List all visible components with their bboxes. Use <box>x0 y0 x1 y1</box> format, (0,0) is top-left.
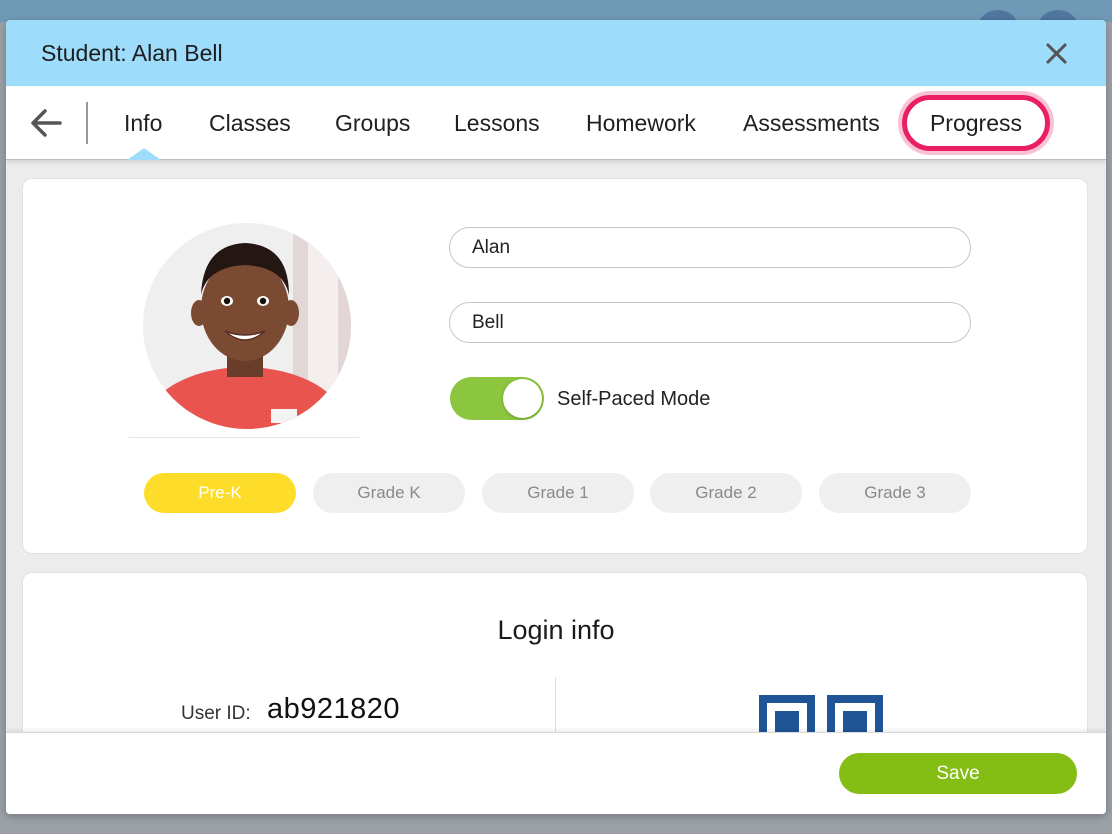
tab-lessons[interactable]: Lessons <box>454 110 540 137</box>
tab-info[interactable]: Info <box>124 110 162 137</box>
app-header-backdrop <box>0 0 1112 54</box>
modal-header: Student: Alan Bell <box>6 20 1106 86</box>
modal-footer: Save <box>6 732 1106 814</box>
avatar-underline <box>129 437 359 438</box>
tab-divider <box>86 102 88 144</box>
grade-option-grade-1[interactable]: Grade 1 <box>482 473 634 513</box>
grade-option-grade-2[interactable]: Grade 2 <box>650 473 802 513</box>
tab-groups[interactable]: Groups <box>335 110 410 137</box>
tab-classes[interactable]: Classes <box>209 110 291 137</box>
modal-title: Student: Alan Bell <box>41 40 223 66</box>
tab-bar: Info Classes Groups Lessons Homework Ass… <box>6 86 1106 160</box>
save-button[interactable]: Save <box>839 753 1077 794</box>
grade-option-grade-3[interactable]: Grade 3 <box>819 473 971 513</box>
self-paced-label: Self-Paced Mode <box>557 388 711 410</box>
login-info-title: Login info <box>497 615 615 645</box>
grade-option-pre-k[interactable]: Pre-K <box>144 473 296 513</box>
tab-progress[interactable]: Progress <box>902 95 1050 151</box>
user-id-value: ab921820 <box>267 693 401 725</box>
first-name-field[interactable] <box>449 227 971 268</box>
arrow-left-icon[interactable] <box>28 106 64 140</box>
toggle-knob <box>503 379 542 418</box>
user-id-label: User ID: <box>181 703 251 724</box>
close-icon[interactable] <box>1042 38 1072 68</box>
student-modal: Student: Alan Bell Info Classes Groups L… <box>6 20 1106 814</box>
student-avatar[interactable] <box>143 223 351 429</box>
grade-option-grade-k[interactable]: Grade K <box>313 473 465 513</box>
tab-assessments[interactable]: Assessments <box>743 110 880 137</box>
profile-card: Self-Paced Mode Pre-K Grade K Grade 1 Gr… <box>22 178 1088 554</box>
self-paced-toggle[interactable] <box>450 377 544 420</box>
last-name-field[interactable] <box>449 302 971 343</box>
active-tab-indicator <box>127 148 161 160</box>
tab-homework[interactable]: Homework <box>586 110 696 137</box>
